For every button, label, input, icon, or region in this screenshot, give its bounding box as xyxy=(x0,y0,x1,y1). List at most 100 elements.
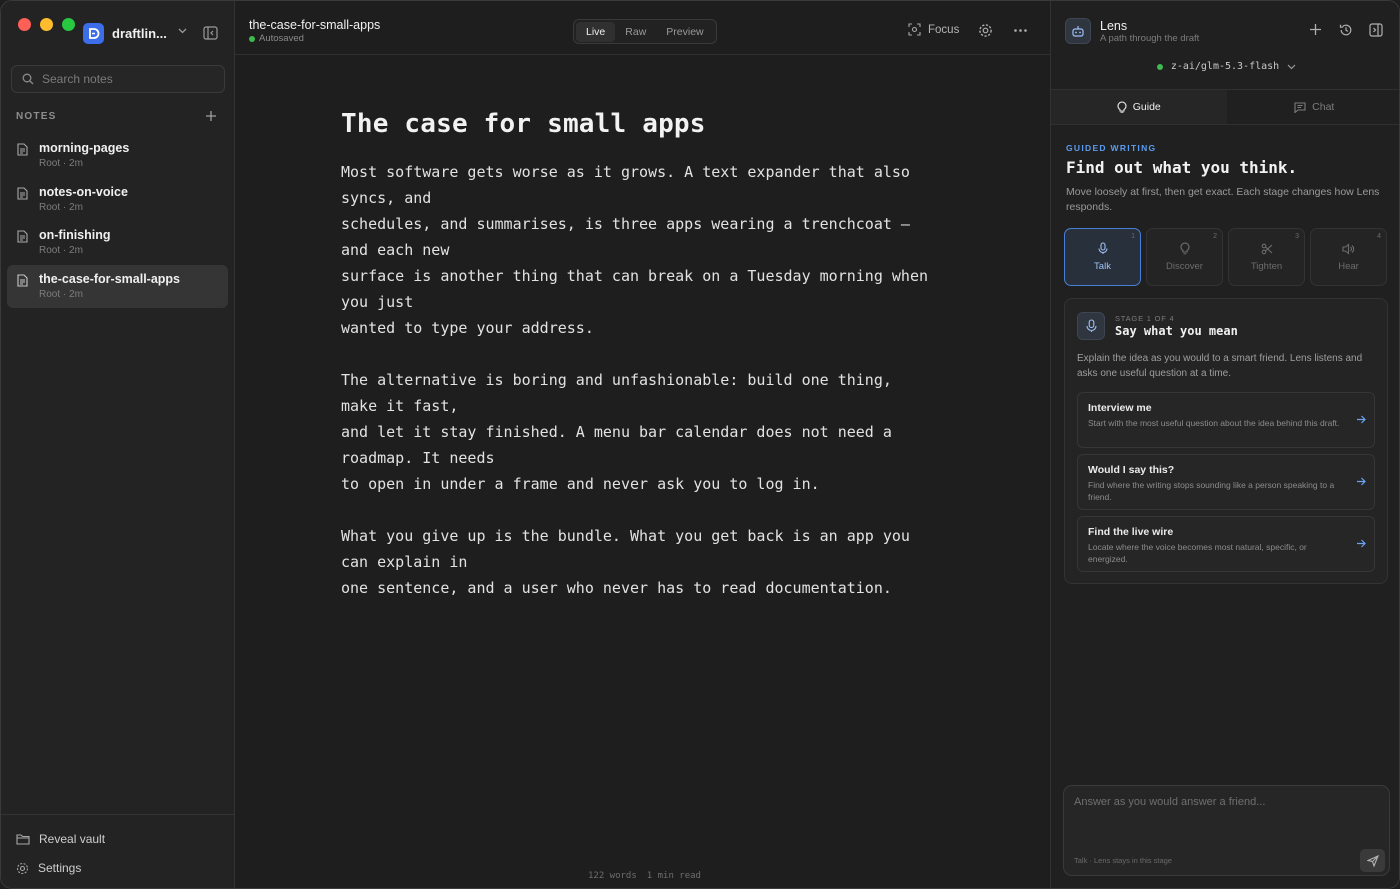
note-item-morning-pages[interactable]: morning-pages Root · 2m xyxy=(7,134,228,178)
paragraph-3: What you give up is the bundle. What you… xyxy=(341,527,910,597)
guided-writing-heading: Find out what you think. xyxy=(1066,158,1298,177)
send-icon xyxy=(1366,854,1379,867)
search-input[interactable] xyxy=(42,72,212,86)
option-would-i-say-this[interactable]: Would I say this? Find where the writing… xyxy=(1077,454,1375,510)
stage-label: Hear xyxy=(1338,260,1359,272)
option-find-the-live-wire[interactable]: Find the live wire Locate where the voic… xyxy=(1077,516,1375,572)
scissors-icon xyxy=(1261,243,1273,255)
add-note-icon[interactable] xyxy=(205,110,217,122)
editor: the-case-for-small-apps Autosaved Live R… xyxy=(235,1,1050,888)
collapse-sidebar-icon[interactable] xyxy=(203,26,218,40)
stage-selector: 1 Talk 2 Discover 3 Tighten 4 Hear xyxy=(1064,228,1387,286)
arrow-right-icon xyxy=(1356,415,1366,424)
focus-icon xyxy=(908,23,921,36)
option-title: Find the live wire xyxy=(1088,526,1174,538)
app-window: draftlin... NOTES morning-pages Root · 2… xyxy=(0,0,1400,889)
chevron-down-icon[interactable] xyxy=(178,28,187,34)
note-meta: Root · 2m xyxy=(39,158,83,169)
option-interview-me[interactable]: Interview me Start with the most useful … xyxy=(1077,392,1375,448)
lens-tabs: Guide Chat xyxy=(1051,89,1400,125)
guided-writing-kicker: GUIDED WRITING xyxy=(1066,143,1157,153)
document-heading: The case for small apps xyxy=(341,109,706,139)
reveal-vault-button[interactable]: Reveal vault xyxy=(16,832,105,846)
note-item-notes-on-voice[interactable]: notes-on-voice Root · 2m xyxy=(7,178,228,222)
stage-talk-button[interactable]: 1 Talk xyxy=(1064,228,1141,286)
document-title: the-case-for-small-apps xyxy=(249,18,381,32)
note-item-the-case-for-small-apps[interactable]: the-case-for-small-apps Root · 2m xyxy=(7,264,228,308)
lens-subtitle: A path through the draft xyxy=(1100,33,1200,44)
paragraph-2: The alternative is boring and unfashiona… xyxy=(341,371,892,493)
option-description: Find where the writing stops sounding li… xyxy=(1088,480,1335,502)
note-title: morning-pages xyxy=(39,141,130,155)
stage-number: 2 xyxy=(1213,233,1217,240)
word-count: 122 words xyxy=(588,871,637,881)
vault-name: draftlin... xyxy=(112,26,167,41)
arrow-right-icon xyxy=(1356,539,1366,548)
answer-hint: Talk · Lens stays in this stage xyxy=(1074,856,1172,865)
stage-card: STAGE 1 OF 4 Say what you mean Explain t… xyxy=(1064,298,1388,584)
stage-number: 4 xyxy=(1377,233,1381,240)
document-stats: 122 words 1 min read xyxy=(588,871,701,881)
note-item-on-finishing[interactable]: on-finishing Root · 2m xyxy=(7,221,228,265)
tab-chat-label: Chat xyxy=(1312,101,1335,113)
lens-header: Lens A path through the draft xyxy=(1051,1,1399,57)
close-window-button[interactable] xyxy=(18,18,31,31)
mode-live-button[interactable]: Live xyxy=(576,21,616,42)
new-session-plus-icon[interactable] xyxy=(1309,23,1322,36)
more-options-icon[interactable] xyxy=(1013,23,1028,38)
focus-button[interactable]: Focus xyxy=(908,23,959,36)
model-selector[interactable]: z-ai/glm-5.3-flash xyxy=(1051,61,1399,72)
save-status-label: Autosaved xyxy=(259,33,304,44)
paragraph-1: Most software gets worse as it grows. A … xyxy=(341,163,928,337)
microphone-icon xyxy=(1097,242,1108,255)
gear-icon xyxy=(16,862,29,875)
document-body[interactable]: The case for small apps Most software ge… xyxy=(341,109,951,627)
note-title: notes-on-voice xyxy=(39,184,128,199)
tab-guide[interactable]: Guide xyxy=(1051,90,1227,124)
speaker-icon xyxy=(1342,242,1355,255)
status-dot-icon xyxy=(249,35,255,42)
stage-label: Talk xyxy=(1094,261,1111,272)
option-title: Would I say this? xyxy=(1088,464,1175,476)
guided-writing-description: Move loosely at first, then get exact. E… xyxy=(1066,186,1380,213)
answer-input[interactable] xyxy=(1074,796,1374,836)
model-status-dot-icon xyxy=(1156,63,1163,70)
maximize-window-button[interactable] xyxy=(62,18,75,31)
stage-discover-button[interactable]: 2 Discover xyxy=(1146,228,1223,286)
lens-title: Lens xyxy=(1100,19,1128,33)
settings-gear-icon[interactable] xyxy=(978,23,993,38)
window-controls xyxy=(18,18,75,31)
arrow-right-icon xyxy=(1356,477,1366,486)
model-name: z-ai/glm-5.3-flash xyxy=(1170,61,1280,72)
stage-hear-button[interactable]: 4 Hear xyxy=(1310,228,1387,286)
file-icon xyxy=(17,230,28,243)
note-list: morning-pages Root · 2m notes-on-voice R… xyxy=(7,134,228,308)
minimize-window-button[interactable] xyxy=(40,18,53,31)
option-description: Start with the most useful question abou… xyxy=(1088,418,1340,428)
close-panel-icon[interactable] xyxy=(1369,23,1383,37)
stage-card-kicker: STAGE 1 OF 4 xyxy=(1115,314,1175,323)
editor-header: the-case-for-small-apps Autosaved Live R… xyxy=(235,1,1050,55)
settings-button[interactable]: Settings xyxy=(16,861,81,875)
focus-label: Focus xyxy=(928,23,960,36)
note-meta: Root · 2m xyxy=(39,288,83,300)
option-title: Interview me xyxy=(1088,402,1152,414)
tab-chat[interactable]: Chat xyxy=(1227,90,1400,124)
reveal-vault-label: Reveal vault xyxy=(39,832,106,846)
vault-logo-icon xyxy=(83,23,104,44)
note-title: on-finishing xyxy=(39,228,111,242)
history-icon[interactable] xyxy=(1339,23,1353,37)
tab-guide-label: Guide xyxy=(1132,101,1161,113)
vault-switcher[interactable]: draftlin... xyxy=(83,23,170,44)
file-icon xyxy=(17,273,28,287)
stage-card-description: Explain the idea as you would to a smart… xyxy=(1077,353,1363,379)
stage-tighten-button[interactable]: 3 Tighten xyxy=(1228,228,1305,286)
mode-raw-button[interactable]: Raw xyxy=(615,22,656,42)
send-button[interactable] xyxy=(1360,849,1385,872)
microphone-icon xyxy=(1077,312,1105,340)
stage-card-title: Say what you mean xyxy=(1115,324,1238,338)
stage-number: 3 xyxy=(1295,233,1299,240)
lightbulb-icon xyxy=(1180,242,1190,255)
mode-preview-button[interactable]: Preview xyxy=(656,22,713,42)
note-title: the-case-for-small-apps xyxy=(39,271,181,286)
